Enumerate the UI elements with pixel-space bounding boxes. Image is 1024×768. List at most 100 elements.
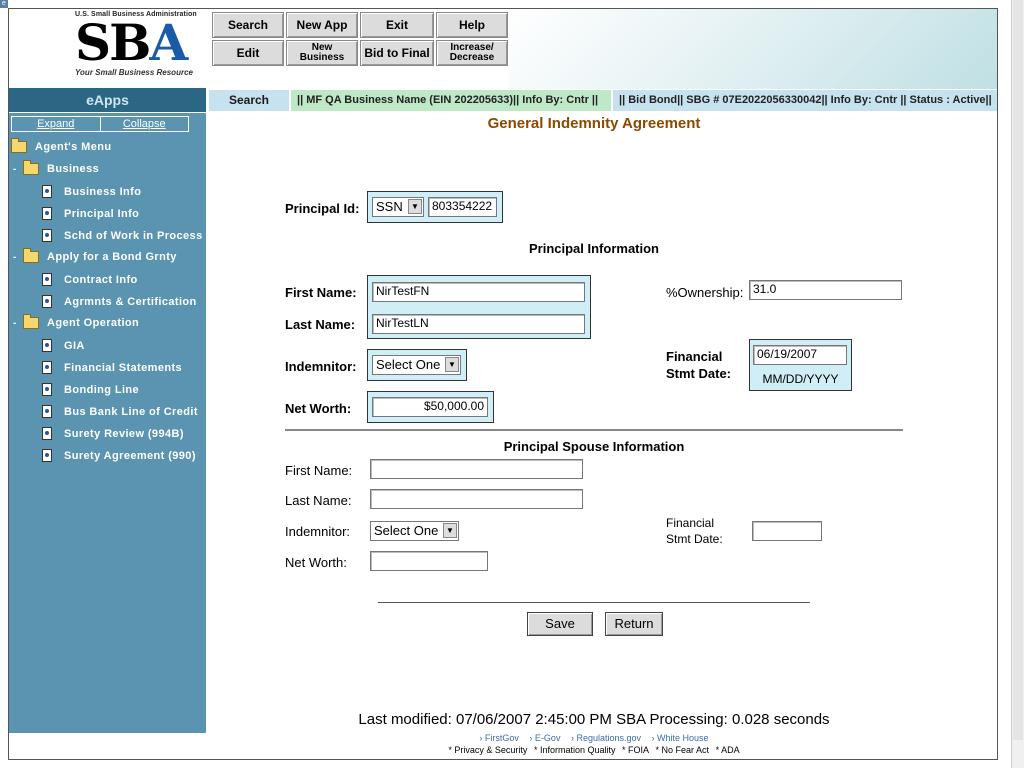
- spouse-net-worth-input[interactable]: [370, 551, 488, 571]
- vertical-scrollbar[interactable]: [1011, 0, 1024, 768]
- sba-logo: U.S. Small Business Administration SBA Y…: [75, 11, 209, 87]
- net-worth-input[interactable]: $50,000.00: [372, 397, 488, 417]
- bid-to-final-button[interactable]: Bid to Final: [360, 40, 434, 66]
- edit-button[interactable]: Edit: [212, 40, 284, 66]
- logo-mark: SBA: [75, 18, 209, 68]
- spouse-indemnitor-select[interactable]: Select One ▼: [370, 521, 459, 541]
- document-icon: [42, 361, 52, 374]
- sidebar-item-label: Bonding Line: [64, 383, 140, 396]
- principal-id-type-select[interactable]: SSN ▼: [372, 197, 424, 217]
- sidebar-item-label: Contract Info: [64, 273, 138, 286]
- principal-id-type-value: SSN: [376, 199, 403, 214]
- sidebar-folder-apply[interactable]: - Apply for a Bond Grnty: [13, 248, 177, 263]
- sidebar-item-agreements[interactable]: Agrmnts & Certification: [42, 295, 197, 308]
- collapse-minus-icon[interactable]: -: [13, 252, 21, 263]
- sidebar-item-label: Financial Statements: [64, 361, 183, 374]
- sidebar-folder-agent-operation[interactable]: - Agent Operation: [13, 314, 139, 329]
- sidebar-item-contract-info[interactable]: Contract Info: [42, 273, 138, 286]
- help-button[interactable]: Help: [436, 12, 508, 38]
- name-group: NirTestFN NirTestLN: [367, 275, 591, 339]
- principal-id-input[interactable]: 803354222: [428, 197, 497, 217]
- sidebar-item-bank-line[interactable]: Bus Bank Line of Credit: [42, 405, 198, 418]
- save-button[interactable]: Save: [527, 612, 593, 636]
- spouse-section-heading: Principal Spouse Information: [503, 439, 685, 454]
- ownership-input[interactable]: 31.0: [749, 280, 902, 300]
- first-name-input[interactable]: NirTestFN: [372, 282, 585, 302]
- spouse-indemnitor-label: Indemnitor:: [285, 524, 351, 539]
- scrollbar-thumb[interactable]: [1013, 0, 1023, 740]
- agents-menu-label: Agent's Menu: [35, 141, 112, 153]
- indemnitor-label: Indemnitor:: [285, 359, 357, 374]
- document-icon: [42, 273, 52, 286]
- sidebar-item-surety-review[interactable]: Surety Review (994B): [42, 427, 184, 440]
- sidebar: Expand Collapse Agent's Menu - Business …: [9, 113, 206, 733]
- folder-open-icon: [11, 138, 27, 153]
- footer-link-regulations[interactable]: › Regulations.gov: [571, 733, 641, 743]
- sidebar-item-gia[interactable]: GIA: [42, 339, 85, 352]
- fin-stmt-label-1: Financial: [666, 349, 723, 364]
- footer-link-whitehouse[interactable]: › White House: [652, 733, 709, 743]
- spouse-first-name-input[interactable]: [370, 459, 583, 479]
- document-icon: [42, 427, 52, 440]
- tab-search[interactable]: Search: [209, 90, 289, 111]
- policy-foia[interactable]: * FOIA: [622, 745, 649, 755]
- expand-link[interactable]: Expand: [12, 117, 101, 131]
- last-name-input[interactable]: NirTestLN: [372, 314, 585, 334]
- footer-link-firstgov[interactable]: › FirstGov: [479, 733, 519, 743]
- document-icon: [42, 295, 52, 308]
- increase-label-2: Decrease: [449, 52, 495, 63]
- new-app-button[interactable]: New App: [286, 12, 358, 38]
- tab-business[interactable]: || MF QA Business Name (EIN 202205633)||…: [291, 90, 611, 111]
- sidebar-item-label: Business Info: [64, 185, 142, 198]
- footer-link-egov[interactable]: › E-Gov: [529, 733, 560, 743]
- policy-info-quality[interactable]: * Information Quality: [534, 745, 616, 755]
- sidebar-item-surety-agreement[interactable]: Surety Agreement (990): [42, 449, 196, 462]
- sidebar-item-business-info[interactable]: Business Info: [42, 185, 141, 198]
- tab-bond[interactable]: || Bid Bond|| SBG # 07E2022056330042|| I…: [613, 90, 997, 111]
- sidebar-folder-business[interactable]: - Business: [13, 160, 99, 175]
- first-name-label: First Name:: [285, 285, 357, 300]
- folder-open-icon: [23, 160, 39, 175]
- document-icon: [42, 405, 52, 418]
- sidebar-item-financial-statements[interactable]: Financial Statements: [42, 361, 182, 374]
- page-icon: e: [0, 0, 8, 8]
- sidebar-item-bonding-line[interactable]: Bonding Line: [42, 383, 139, 396]
- indemnitor-select[interactable]: Select One ▼: [372, 355, 461, 375]
- folder-apply-label: Apply for a Bond Grnty: [47, 251, 177, 263]
- ownership-label: %Ownership:: [666, 285, 744, 300]
- increase-decrease-button[interactable]: Increase/ Decrease: [436, 40, 508, 66]
- chevron-down-icon[interactable]: ▼: [445, 357, 459, 372]
- chevron-down-icon[interactable]: ▼: [443, 523, 457, 538]
- chevron-down-icon[interactable]: ▼: [408, 199, 422, 214]
- logo-text-a: SB: [75, 13, 151, 72]
- folder-open-icon: [23, 314, 39, 329]
- new-business-button[interactable]: New Business: [286, 40, 358, 66]
- fin-stmt-date-input[interactable]: 06/19/2007: [753, 345, 847, 365]
- policy-ada[interactable]: * ADA: [716, 745, 740, 755]
- date-format-hint: MM/DD/YYYY: [762, 372, 839, 386]
- sidebar-item-principal-info[interactable]: Principal Info: [42, 207, 139, 220]
- spouse-net-worth-label: Net Worth:: [285, 555, 347, 570]
- last-name-label: Last Name:: [285, 317, 356, 332]
- footer-policies: * Privacy & Security * Information Quali…: [209, 745, 979, 755]
- eapps-title: eApps: [9, 88, 206, 112]
- sidebar-item-schd-work[interactable]: Schd of Work in Process: [42, 229, 203, 242]
- search-button[interactable]: Search: [212, 12, 284, 38]
- exit-button[interactable]: Exit: [360, 12, 434, 38]
- net-worth-label: Net Worth:: [285, 401, 352, 416]
- policy-no-fear[interactable]: * No Fear Act: [656, 745, 710, 755]
- collapse-minus-icon[interactable]: -: [13, 318, 21, 329]
- spouse-last-name-input[interactable]: [370, 489, 583, 509]
- document-icon: [42, 383, 52, 396]
- collapse-minus-icon[interactable]: -: [13, 164, 21, 175]
- collapse-link[interactable]: Collapse: [101, 117, 189, 131]
- return-button[interactable]: Return: [605, 612, 663, 636]
- policy-privacy[interactable]: * Privacy & Security: [448, 745, 527, 755]
- header-decoration: [509, 9, 997, 89]
- spouse-fin-stmt-label-1: Financial: [666, 516, 715, 530]
- expand-collapse-bar: Expand Collapse: [11, 116, 189, 132]
- fin-stmt-group: 06/19/2007 MM/DD/YYYY: [749, 339, 852, 391]
- sidebar-agents-menu[interactable]: Agent's Menu: [11, 138, 112, 153]
- document-icon: [42, 229, 52, 242]
- spouse-fin-stmt-date-input[interactable]: [752, 521, 822, 541]
